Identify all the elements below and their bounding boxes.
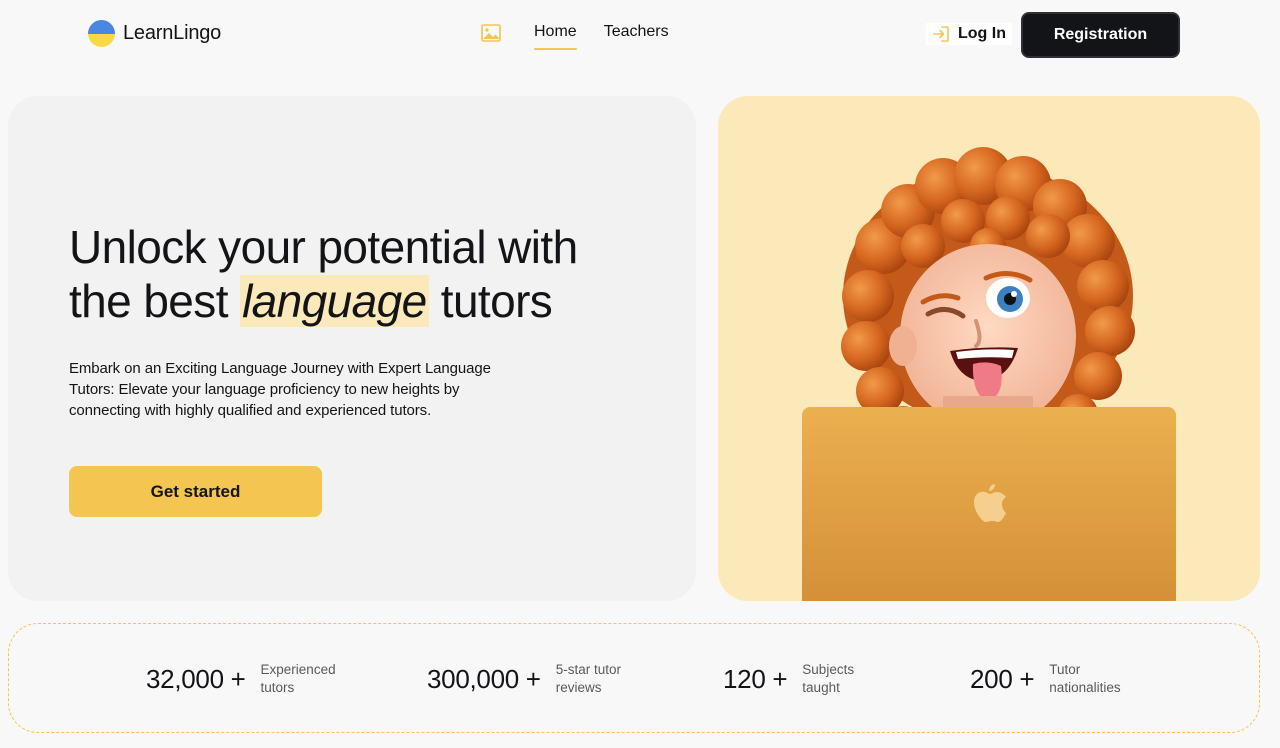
hero-description: Embark on an Exciting Language Journey w…: [69, 360, 491, 419]
brand-logo[interactable]: LearnLingo: [88, 20, 221, 47]
ukraine-flag-icon: [88, 20, 115, 47]
stat-item: 32,000 + Experienced tutors: [146, 624, 346, 734]
stat-label: 5-star tutor reviews: [555, 662, 621, 695]
hero-title-highlight: language: [240, 275, 429, 327]
stat-value: 120 +: [723, 663, 788, 694]
get-started-button[interactable]: Get started: [69, 466, 322, 517]
stat-value: 32,000 +: [146, 663, 246, 694]
stat-label: Experienced tutors: [260, 662, 336, 695]
login-label: Log In: [958, 25, 1006, 42]
stat-item: 300,000 + 5-star tutor reviews: [427, 624, 641, 734]
stat-item: 200 + Tutor nationalities: [970, 624, 1134, 734]
stat-label: Subjects taught: [802, 662, 855, 695]
hero-title: Unlock your potential with the best lang…: [69, 220, 629, 328]
hero-illustration: [718, 96, 1260, 601]
nav-link-home[interactable]: Home: [534, 20, 577, 50]
stats-panel: 32,000 + Experienced tutors 300,000 + 5-…: [8, 623, 1260, 733]
login-button[interactable]: Log In: [926, 23, 1012, 45]
stat-value: 200 +: [970, 663, 1035, 694]
brand-name: LearnLingo: [123, 22, 222, 44]
nav-link-teachers[interactable]: Teachers: [604, 20, 669, 50]
main-nav: Home Teachers: [481, 20, 669, 50]
stat-label: Tutor nationalities: [1049, 662, 1121, 695]
memoji-girl-with-laptop-image: [802, 147, 1176, 601]
site-header: LearnLingo Home Teachers Log In Registra…: [0, 0, 1280, 70]
hero-card: Unlock your potential with the best lang…: [8, 96, 696, 601]
stat-item: 120 + Subjects taught: [723, 624, 887, 734]
login-icon: [933, 26, 949, 42]
hero-title-end: tutors: [428, 275, 553, 327]
registration-button[interactable]: Registration: [1021, 12, 1180, 58]
stat-value: 300,000 +: [427, 663, 541, 694]
broken-image-icon: [481, 24, 501, 42]
